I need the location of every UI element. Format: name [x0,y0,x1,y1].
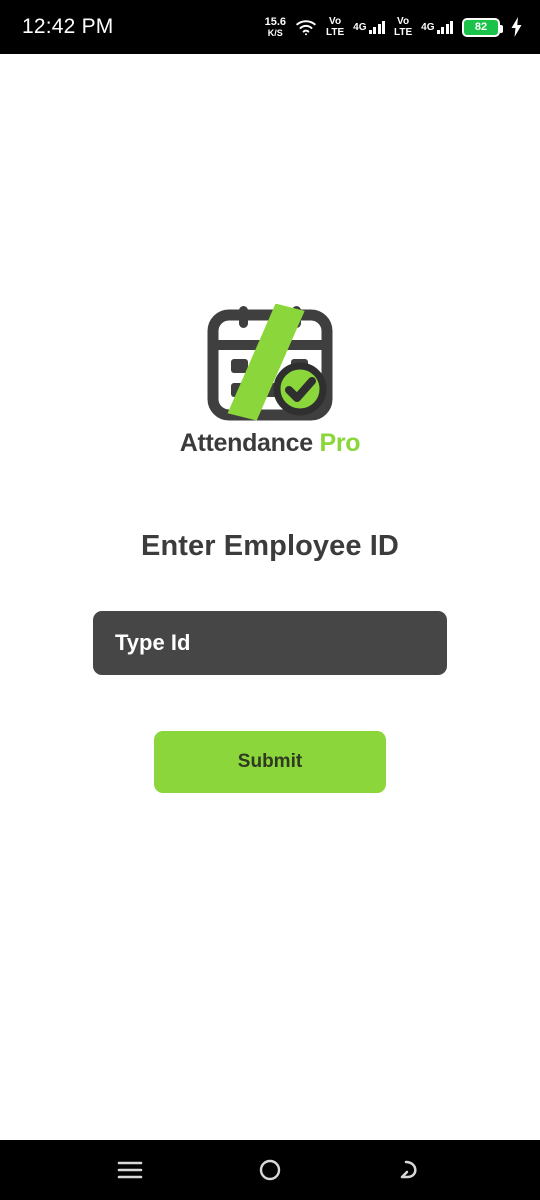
home-button[interactable] [242,1146,298,1194]
wifi-icon [295,19,317,36]
status-bar-icons: 15.6 K/S Vo LTE 4G Vo LTE 4G 82 [264,15,524,38]
page-title: Enter Employee ID [141,530,399,562]
submit-button[interactable]: Submit [154,731,386,793]
phone-screen: 12:42 PM 15.6 K/S Vo LTE 4G Vo LTE 4G 82… [0,0,540,1200]
sim2-volte-indicator: Vo LTE [394,15,413,38]
network-speed-value: 15.6 [264,15,286,28]
sim1-volte-indicator: Vo LTE [326,15,345,38]
recents-button[interactable] [102,1146,158,1194]
home-icon [258,1158,282,1182]
calendar-check-logo-icon [205,304,335,422]
charging-bolt-icon [509,17,524,37]
recents-icon [117,1160,143,1180]
status-bar: 12:42 PM 15.6 K/S Vo LTE 4G Vo LTE 4G 82 [0,0,540,54]
sim1-volte-line2: LTE [326,26,345,38]
sim1-network-type: 4G [353,22,367,33]
sim1-signal-indicator: 4G [353,20,385,34]
battery-level-label: 82 [474,20,488,33]
back-icon [397,1158,423,1182]
sim2-signal-indicator: 4G [421,20,453,34]
system-navigation-bar [0,1140,540,1200]
main-content: Attendance Pro Enter Employee ID Submit [0,54,540,1140]
sim2-volte-line2: LTE [394,26,413,38]
battery-icon: 82 [462,17,503,37]
sim1-volte-line1: Vo [329,15,342,27]
back-button[interactable] [382,1146,438,1194]
sim1-signal-bars-icon [368,20,385,34]
network-speed-indicator: 15.6 K/S [264,15,286,38]
app-name-primary: Attendance [179,429,313,457]
sim2-signal-bars-icon [436,20,453,34]
app-logo: Attendance Pro [180,304,361,458]
sim2-network-type: 4G [421,22,435,33]
employee-id-input[interactable] [93,611,447,675]
app-name-secondary: Pro [319,429,361,457]
sim2-volte-line1: Vo [397,15,410,27]
status-bar-clock: 12:42 PM [22,15,114,38]
network-speed-unit: K/S [267,27,283,38]
app-logo-text: Attendance Pro [180,429,361,458]
